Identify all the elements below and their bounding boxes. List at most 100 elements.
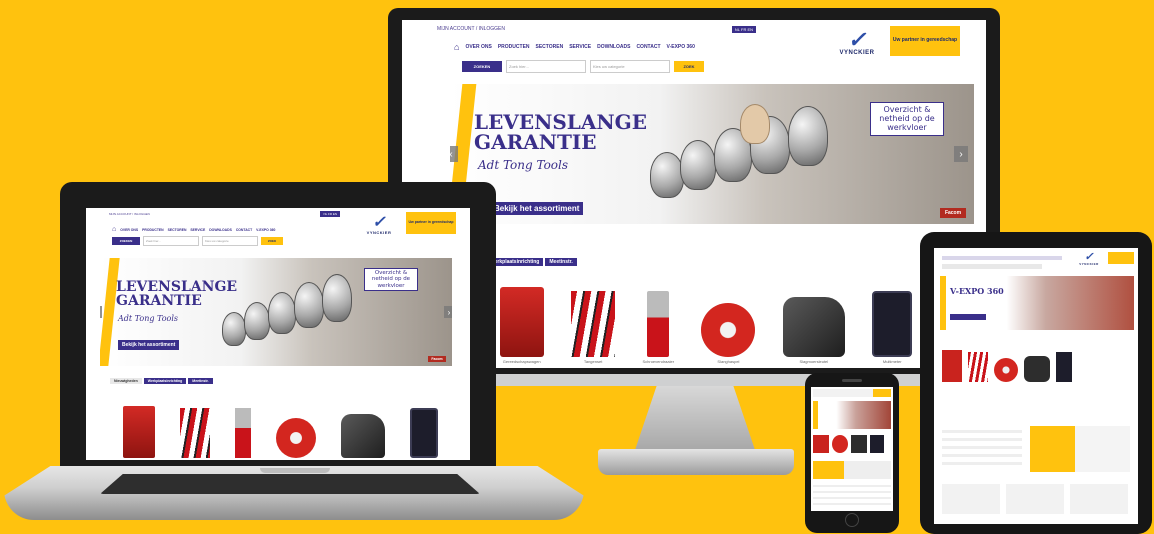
search-button[interactable]: ZOEK	[261, 237, 283, 245]
product-card[interactable]: Gereedschapswagen	[499, 287, 544, 364]
category-select[interactable]: Kies uw categorie	[202, 236, 258, 246]
tablet: ✓ VYNCKIER V-EXPO 360	[920, 232, 1152, 534]
tablet-footer	[942, 484, 1130, 514]
product-card[interactable]: Slanghaspel	[701, 303, 756, 364]
banner-next-arrow[interactable]: ›	[444, 306, 452, 318]
tablet-banner-title: V-EXPO 360	[950, 286, 1004, 296]
phone-logo-tag	[873, 389, 891, 397]
banner-cta-button[interactable]: Bekijk het assortiment	[118, 340, 180, 350]
logo-mark-icon: ✓	[372, 214, 386, 231]
brand-badge: Facom	[940, 208, 966, 218]
search-input[interactable]: Zoek hier...	[143, 236, 199, 246]
product-card[interactable]	[409, 408, 438, 458]
tablet-promo	[1030, 426, 1130, 472]
nav-item[interactable]: SERVICE	[190, 228, 205, 232]
socket-set-image	[640, 94, 880, 224]
laptop-keyboard	[100, 474, 480, 494]
tablet-banner-accent	[940, 276, 946, 330]
screwdriver-image	[647, 291, 670, 357]
nav-item[interactable]: OVER ONS	[120, 228, 138, 232]
search-label: ZOEKEN	[112, 237, 140, 245]
product-caption: Multimeter	[882, 359, 902, 364]
tablet-search-bar	[942, 264, 1042, 269]
headline-line-1: LEVENSLANGE	[474, 110, 647, 134]
screwdriver-image	[234, 408, 251, 458]
product-card[interactable]: Tangenset	[571, 291, 616, 364]
product-card[interactable]: Schroevendraaier	[642, 291, 674, 364]
nav-item[interactable]: SERVICE	[569, 44, 591, 50]
language-switch[interactable]: NL FR EN	[320, 211, 340, 217]
impact-wrench-image	[340, 414, 385, 458]
nav-item[interactable]: PRODUCTEN	[498, 44, 530, 50]
banner-prev-arrow[interactable]: ‹	[450, 146, 458, 162]
nav-item[interactable]: V-EXPO 360	[256, 228, 275, 232]
search-button[interactable]: ZOEK	[674, 60, 704, 72]
banner-next-arrow[interactable]: ›	[954, 146, 968, 162]
phone-home-button[interactable]	[845, 513, 859, 527]
home-icon[interactable]: ⌂	[112, 226, 116, 233]
tablet-products	[942, 348, 1132, 382]
product-tabs: Werkplaatsinrichting Meetinstr.	[486, 258, 577, 266]
headline-line-2: GARANTIE	[474, 130, 597, 154]
product-card[interactable]: Multimeter	[872, 291, 913, 364]
tool-cart-image	[122, 406, 155, 458]
product-tabs: Nieuwigheden Werkplaatsinrichting Meetin…	[110, 378, 213, 384]
site-logo[interactable]: ✓ VYNCKIER	[827, 26, 887, 60]
product-row: Gereedschapswagen Tangenset Schroevendra…	[486, 268, 926, 364]
account-link[interactable]: MIJN ACCOUNT / INLOGGEN	[109, 212, 150, 216]
phone-products	[813, 435, 891, 455]
tablet-nav-bar	[942, 256, 1062, 260]
language-switch[interactable]: NL FR EN	[731, 25, 756, 33]
tab-werkplaats[interactable]: Werkplaatsinrichting	[143, 378, 187, 384]
product-card[interactable]	[234, 408, 251, 458]
nav-item[interactable]: DOWNLOADS	[209, 228, 232, 232]
product-card[interactable]: Slagmoersleutel	[782, 297, 845, 364]
category-select[interactable]: Kies uw categorie	[590, 59, 670, 73]
nav-item[interactable]: SECTOREN	[536, 44, 564, 50]
product-card[interactable]	[179, 408, 210, 458]
home-icon[interactable]: ⌂	[454, 42, 459, 52]
tab-nieuwigheden[interactable]: Nieuwigheden	[110, 378, 142, 384]
nav-item[interactable]: DOWNLOADS	[597, 44, 630, 50]
monitor-base	[598, 449, 794, 475]
banner-prev-arrow[interactable]: ‹	[100, 306, 102, 318]
phone-banner	[813, 401, 891, 429]
logo-mark-icon: ✓	[1084, 251, 1094, 263]
tablet-header-tag	[1108, 252, 1134, 264]
logo-text: VYNCKIER	[839, 50, 875, 56]
nav-item[interactable]: V-EXPO 360	[667, 44, 695, 50]
logo-text: VYNCKIER	[1079, 262, 1099, 266]
product-caption: Schroevendraaier	[642, 359, 675, 364]
main-nav: ⌂ OVER ONS PRODUCTEN SECTOREN SERVICE DO…	[454, 42, 695, 52]
tab-meetinstr[interactable]: Meetinstr.	[545, 258, 577, 266]
nav-item[interactable]: CONTACT	[236, 228, 252, 232]
product-card[interactable]	[122, 406, 155, 458]
nav-item[interactable]: OVER ONS	[465, 44, 491, 50]
tab-meetinstr[interactable]: Meetinstr.	[188, 378, 213, 384]
search-label: ZOEKEN	[462, 60, 502, 72]
tablet-banner-cta[interactable]	[950, 314, 986, 320]
nav-item[interactable]: PRODUCTEN	[142, 228, 163, 232]
pliers-image	[571, 291, 616, 357]
tool-cart-image	[499, 287, 544, 357]
search-input[interactable]: Zoek hier...	[506, 59, 586, 73]
account-link[interactable]: MIJN ACCOUNT / INLOGGEN	[437, 26, 505, 32]
hero-banner: LEVENSLANGE GARANTIE Adt Tong Tools Beki…	[100, 258, 452, 366]
banner-cta-button[interactable]: Bekijk het assortiment	[490, 202, 584, 215]
site-logo[interactable]: ✓ VYNCKIER	[1074, 250, 1104, 268]
product-caption: Slagmoersleutel	[799, 359, 829, 364]
banner-headline: LEVENSLANGE GARANTIE	[474, 112, 647, 152]
nav-item[interactable]: CONTACT	[636, 44, 660, 50]
tablet-website: ✓ VYNCKIER V-EXPO 360	[934, 248, 1138, 524]
search-row: ZOEKEN Zoek hier... Kies uw categorie ZO…	[462, 59, 704, 73]
phone-promo	[813, 461, 891, 479]
phone-speaker	[842, 379, 862, 382]
hero-banner: LEVENSLANGE GARANTIE Adt Tong Tools Beki…	[450, 84, 974, 224]
product-card[interactable]	[340, 414, 385, 458]
product-caption: Gereedschapswagen	[502, 359, 541, 364]
site-logo[interactable]: ✓ VYNCKIER	[356, 212, 402, 238]
product-card[interactable]	[275, 418, 316, 458]
phone-website	[811, 387, 893, 511]
nav-item[interactable]: SECTOREN	[168, 228, 187, 232]
brand-badge: Facom	[428, 356, 446, 362]
